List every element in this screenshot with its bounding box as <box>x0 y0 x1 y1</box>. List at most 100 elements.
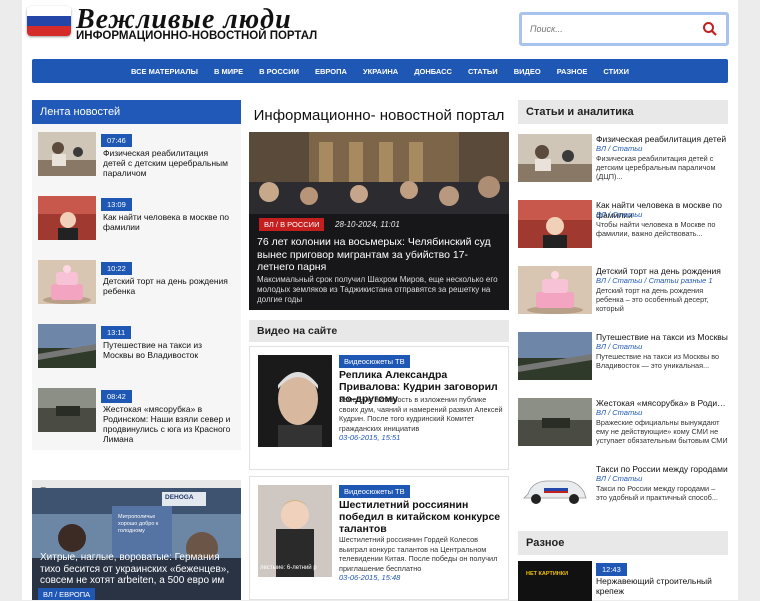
video-date: 03-06-2015, 15:48 <box>339 573 401 582</box>
article-thumbnail[interactable] <box>518 134 592 182</box>
video-title[interactable]: Шестилетний россиянин победил в китайско… <box>339 499 504 535</box>
news-time: 08:42 <box>101 390 132 403</box>
video-caption: лестыие: 6-летний р <box>260 565 317 571</box>
article-thumbnail[interactable] <box>518 398 592 446</box>
news-time: 13:11 <box>101 326 132 339</box>
featured-category[interactable]: ВЛ / В РОССИИ <box>259 218 325 231</box>
misc-section: Разное НЕТ КАРТИНКИ 12:43 Нержавеющий ст… <box>518 531 728 601</box>
list-item[interactable]: 13:09 Как найти человека в москве по фам… <box>32 192 241 256</box>
news-feed: 07:46 Физическая реабилитация детей с де… <box>32 124 241 450</box>
misc-thumbnail[interactable]: НЕТ КАРТИНКИ <box>518 561 592 601</box>
news-thumbnail[interactable] <box>38 132 96 176</box>
video-item[interactable]: лестыие: 6-летний р Видеосюжеты ТВ Шести… <box>249 476 509 600</box>
news-thumbnail[interactable] <box>38 196 96 240</box>
video-category[interactable]: Видеосюжеты ТВ <box>339 355 410 368</box>
featured-article[interactable]: ВЛ / В РОССИИ 28-10-2024, 11:01 76 лет к… <box>249 132 509 310</box>
article-category[interactable]: ВЛ / Статьи / Статьи разные 1 <box>596 276 713 285</box>
article-item[interactable]: Жестокая «мясорубка» в Родинском ВЛ / Ст… <box>518 394 728 460</box>
article-item[interactable]: Такси по России между городами ВЛ / Стат… <box>518 460 728 526</box>
search-input[interactable] <box>530 21 700 37</box>
no-image-badge: НЕТ КАРТИНКИ <box>526 571 569 577</box>
news-time: 13:09 <box>101 198 132 211</box>
russian-flag-logo[interactable] <box>27 6 71 36</box>
news-title[interactable]: Физическая реабилитация детей с детским … <box>103 148 233 178</box>
search-box <box>519 12 729 46</box>
video-desc: Шестилетний россиянин Гордей Колесов выи… <box>339 535 498 573</box>
article-title[interactable]: Жестокая «мясорубка» в Родинском <box>596 398 728 408</box>
video-category[interactable]: Видеосюжеты ТВ <box>339 485 410 498</box>
nav-item-poems[interactable]: СТИХИ <box>595 67 637 76</box>
site-subtitle: ИНФОРМАЦИОННО-НОВОСТНОЙ ПОРТАЛ <box>76 30 318 42</box>
news-time: 10:22 <box>101 262 132 275</box>
article-category[interactable]: ВЛ / Статьи <box>596 210 642 219</box>
misc-item[interactable]: НЕТ КАРТИНКИ 12:43 Нержавеющий строитель… <box>518 555 728 601</box>
middle-column: Информационно- новостной портал ВЛ / В Р… <box>249 100 509 600</box>
misc-title[interactable]: Нержавеющий строительный крепеж <box>596 576 728 596</box>
article-title[interactable]: Детский торт на день рождения <box>596 266 728 276</box>
article-category[interactable]: ВЛ / Статьи <box>596 144 642 153</box>
article-thumbnail[interactable] <box>518 464 592 512</box>
article-thumbnail[interactable] <box>518 266 592 314</box>
featured-title[interactable]: 76 лет колонии на восьмерых: Челябинский… <box>257 236 503 274</box>
nav-item-video[interactable]: ВИДЕО <box>506 67 549 76</box>
news-feed-heading: Лента новостей <box>32 100 241 124</box>
featured-date: 28-10-2024, 11:01 <box>335 220 400 229</box>
list-item[interactable]: 10:22 Детский торт на день рождения ребе… <box>32 256 241 320</box>
nav-item-all[interactable]: ВСЕ МАТЕРИАЛЫ <box>123 67 206 76</box>
nav-item-europe[interactable]: ЕВРОПА <box>307 67 355 76</box>
left-column: Лента новостей 07:46 Физическая реабилит… <box>32 100 241 504</box>
article-item[interactable]: Физическая реабилитация детей ВЛ / Стать… <box>518 130 728 196</box>
nav-item-articles[interactable]: СТАТЬИ <box>460 67 506 76</box>
article-item[interactable]: Детский торт на день рождения ВЛ / Стать… <box>518 262 728 328</box>
articles-heading: Статьи и аналитика <box>518 100 728 124</box>
nav-item-donbass[interactable]: ДОНБАСС <box>406 67 460 76</box>
world-sign: DEHOGA <box>165 494 194 501</box>
header: Вежливые люди ИНФОРМАЦИОННО-НОВОСТНОЙ ПО… <box>22 0 738 56</box>
page: Вежливые люди ИНФОРМАЦИОННО-НОВОСТНОЙ ПО… <box>22 0 738 601</box>
nav-item-world[interactable]: В МИРЕ <box>206 67 251 76</box>
search-icon[interactable] <box>702 21 718 37</box>
video-heading: Видео на сайте <box>249 320 509 342</box>
misc-heading: Разное <box>518 531 728 555</box>
news-title[interactable]: Жестокая «мясорубка» в Родинском: Наши в… <box>103 404 233 444</box>
article-thumbnail[interactable] <box>518 200 592 248</box>
nav-item-misc[interactable]: РАЗНОЕ <box>549 67 596 76</box>
article-thumbnail[interactable] <box>518 332 592 380</box>
featured-desc: Максимальный срок получил Шахром Миров, … <box>257 275 498 304</box>
article-item[interactable]: Как найти человека в москве по фамилии В… <box>518 196 728 262</box>
world-news-card[interactable]: DEHOGA Митрополичье хорошо добро к голод… <box>32 488 241 600</box>
article-category[interactable]: ВЛ / Статьи <box>596 342 642 351</box>
article-title[interactable]: Путешествие на такси из Москвы <box>596 332 728 342</box>
list-item[interactable]: 07:46 Физическая реабилитация детей с де… <box>32 128 241 192</box>
article-desc: Вражеские официальны вынуждают ему не де… <box>596 418 728 445</box>
news-title[interactable]: Путешествие на такси из Москвы во Владив… <box>103 340 233 360</box>
world-poster: Митрополичье хорошо добро к голодному <box>118 514 159 534</box>
article-desc: Физическая реабилитация детей с детским … <box>596 154 716 181</box>
video-thumbnail[interactable] <box>258 355 332 447</box>
news-title[interactable]: Как найти человека в москве по фамилии <box>103 212 233 232</box>
main-nav: ВСЕ МАТЕРИАЛЫ В МИРЕ В РОССИИ ЕВРОПА УКР… <box>32 59 728 83</box>
article-desc: Такси по России между городами – это удо… <box>596 484 718 502</box>
world-news-category[interactable]: ВЛ / ЕВРОПА <box>38 588 96 600</box>
list-item[interactable]: 13:11 Путешествие на такси из Москвы во … <box>32 320 241 384</box>
list-item[interactable]: 08:42 Жестокая «мясорубка» в Родинском: … <box>32 384 241 448</box>
article-category[interactable]: ВЛ / Статьи <box>596 408 642 417</box>
news-thumbnail[interactable] <box>38 388 96 432</box>
article-category[interactable]: ВЛ / Статьи <box>596 474 642 483</box>
news-time: 07:46 <box>101 134 132 147</box>
video-item[interactable]: Видеосюжеты ТВ Реплика Александра Привал… <box>249 346 509 470</box>
video-desc: Заметную активность в изложении публике … <box>339 395 503 433</box>
article-desc: Детский торт на день рождения ребенка – … <box>596 286 709 313</box>
nav-item-russia[interactable]: В РОССИИ <box>251 67 307 76</box>
video-thumbnail[interactable] <box>258 485 332 577</box>
news-thumbnail[interactable] <box>38 324 96 368</box>
video-date: 03-06-2015, 15:51 <box>339 433 401 442</box>
news-thumbnail[interactable] <box>38 260 96 304</box>
article-title[interactable]: Такси по России между городами <box>596 464 728 474</box>
article-item[interactable]: Путешествие на такси из Москвы ВЛ / Стат… <box>518 328 728 394</box>
article-title[interactable]: Физическая реабилитация детей <box>596 134 728 144</box>
nav-item-ukraine[interactable]: УКРАИНА <box>355 67 406 76</box>
article-desc: Чтобы найти человека в Москве по фамилии… <box>596 220 716 238</box>
news-title[interactable]: Детский торт на день рождения ребенка <box>103 276 233 296</box>
misc-time: 12:43 <box>596 563 627 576</box>
